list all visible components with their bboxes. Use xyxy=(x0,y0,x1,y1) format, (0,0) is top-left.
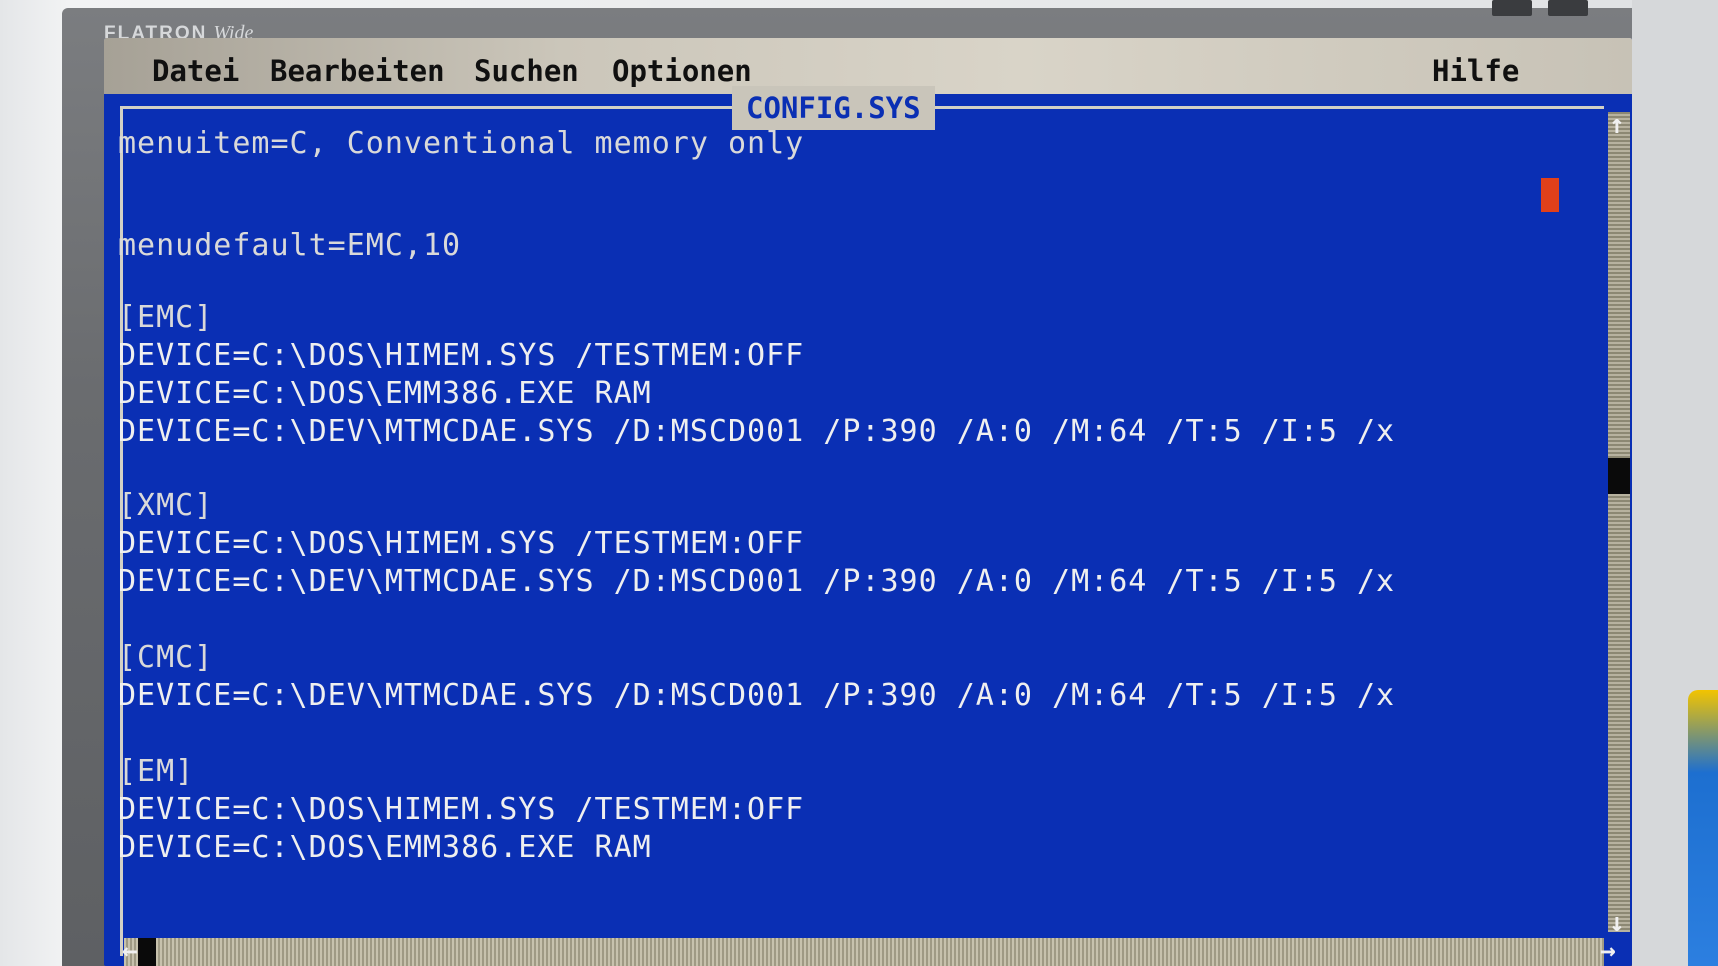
menu-datei[interactable]: Datei xyxy=(152,54,239,88)
editor-line: [EM] xyxy=(118,754,195,789)
desk-object xyxy=(1688,690,1718,966)
scroll-up-arrow-icon[interactable]: ↑ xyxy=(1609,110,1625,140)
window-title: CONFIG.SYS xyxy=(732,86,935,130)
vertical-scroll-thumb[interactable] xyxy=(1608,458,1630,494)
editor-line: DEVICE=C:\DOS\HIMEM.SYS /TESTMEM:OFF xyxy=(118,338,805,373)
editor-line: DEVICE=C:\DOS\EMM386.EXE RAM xyxy=(118,376,652,411)
menu-optionen[interactable]: Optionen xyxy=(612,54,752,88)
editor-line: menuitem=C, Conventional memory only xyxy=(118,126,805,161)
editor-line: DEVICE=C:\DEV\MTMCDAE.SYS /D:MSCD001 /P:… xyxy=(118,414,1396,449)
dos-edit-screen: Datei Bearbeiten Suchen Optionen Hilfe C… xyxy=(104,38,1632,966)
scroll-left-arrow-icon[interactable]: ← xyxy=(122,936,138,966)
menu-hilfe[interactable]: Hilfe xyxy=(1432,54,1519,88)
editor-line: [XMC] xyxy=(118,488,214,523)
editor-line: DEVICE=C:\DEV\MTMCDAE.SYS /D:MSCD001 /P:… xyxy=(118,564,1396,599)
menu-bearbeiten[interactable]: Bearbeiten xyxy=(270,54,445,88)
editor-line: [CMC] xyxy=(118,640,214,675)
monitor-control-icon xyxy=(1492,0,1532,16)
monitor-control-icon xyxy=(1548,0,1588,16)
editor-line: menudefault=EMC,10 xyxy=(118,228,462,263)
horizontal-scrollbar[interactable] xyxy=(124,938,1604,966)
editor-line: DEVICE=C:\DEV\MTMCDAE.SYS /D:MSCD001 /P:… xyxy=(118,678,1396,713)
horizontal-scroll-thumb[interactable] xyxy=(138,938,156,966)
editor-line: DEVICE=C:\DOS\HIMEM.SYS /TESTMEM:OFF xyxy=(118,526,805,561)
vertical-scrollbar[interactable] xyxy=(1608,112,1630,932)
scroll-right-arrow-icon[interactable]: → xyxy=(1600,936,1616,966)
scroll-down-arrow-icon[interactable]: ↓ xyxy=(1609,908,1625,938)
editor-line: [EMC] xyxy=(118,300,214,335)
editor-line: DEVICE=C:\DOS\HIMEM.SYS /TESTMEM:OFF xyxy=(118,792,805,827)
text-cursor xyxy=(1541,178,1559,212)
editor-line: DEVICE=C:\DOS\EMM386.EXE RAM xyxy=(118,830,652,865)
menu-suchen[interactable]: Suchen xyxy=(474,54,579,88)
